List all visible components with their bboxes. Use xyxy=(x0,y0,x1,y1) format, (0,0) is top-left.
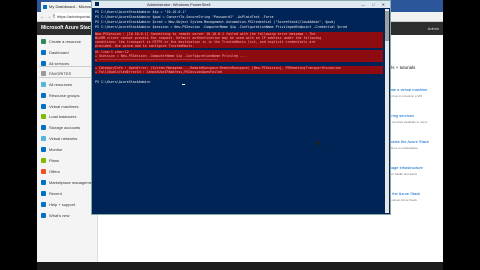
portal-favicon-icon xyxy=(43,5,47,9)
sidebar-item-label: Help + support xyxy=(49,202,76,207)
sidebar-item[interactable]: What's new xyxy=(37,211,97,220)
sidebar-item-icon xyxy=(41,125,46,130)
sidebar-item-icon xyxy=(41,191,46,196)
sidebar-item[interactable]: Storage accounts xyxy=(37,123,97,132)
sidebar-item[interactable]: Dashboard xyxy=(37,48,97,57)
sidebar-item-label: Recent xyxy=(49,191,62,196)
sidebar-item-label: All resources xyxy=(49,82,73,87)
console-line: PS C:\Users\AzureStackAdmin> $session = … xyxy=(95,25,348,29)
sidebar-item[interactable]: Virtual machines xyxy=(37,102,97,111)
sidebar-item[interactable]: All resources xyxy=(37,80,97,89)
sidebar-item[interactable]: Marketplace management xyxy=(37,178,97,187)
sidebar-item-icon xyxy=(41,147,46,152)
browser-tab[interactable]: My Dashboard - Microsoft xyxy=(41,2,97,12)
sidebar-item-label: Create a resource xyxy=(49,39,82,44)
sidebar-item-icon xyxy=(41,39,46,44)
sidebar-item[interactable]: Virtual networks xyxy=(37,134,97,143)
console-line: PS C:\Users\AzureStackAdmin> $pwd = Conv… xyxy=(95,15,274,19)
console-line: PS C:\Users\AzureStackAdmin> $cred = New… xyxy=(95,20,336,24)
user-account[interactable]: Admin xyxy=(428,22,439,35)
sidebar-item-label: Marketplace management xyxy=(49,180,96,185)
sidebar-item[interactable]: Create a resource xyxy=(37,37,97,46)
sidebar-item-icon xyxy=(41,158,46,163)
powershell-title: Administrator: Windows PowerShell xyxy=(147,2,211,7)
sidebar-item-icon xyxy=(41,82,46,87)
text-cursor xyxy=(182,84,185,85)
sidebar-item-icon xyxy=(41,136,46,141)
tools-tutorials-panel: Tools + tutorials Create a virtual machi… xyxy=(382,35,443,270)
window-controls[interactable]: — □ ✕ xyxy=(361,1,388,8)
sidebar-item[interactable]: Load balancers xyxy=(37,112,97,121)
sidebar-item-icon xyxy=(41,71,46,76)
sidebar-divider xyxy=(39,66,95,67)
error-line: provided. Use winrm.cmd to configure Tru… xyxy=(95,44,383,48)
sidebar-item[interactable]: Recent xyxy=(37,189,97,198)
powershell-window[interactable]: Administrator: Windows PowerShell — □ ✕ … xyxy=(91,0,391,215)
sidebar-item-icon xyxy=(41,213,46,218)
sidebar-item-icon xyxy=(41,114,46,119)
sidebar-item-label: Storage accounts xyxy=(49,125,81,130)
sidebar-item-icon xyxy=(41,180,46,185)
sidebar-item-icon xyxy=(41,93,46,98)
sidebar-item-label: Offers xyxy=(49,169,60,174)
portal-brand[interactable]: Microsoft Azure Stack xyxy=(41,22,93,35)
taskbar xyxy=(37,262,443,270)
console-scrollbar[interactable] xyxy=(385,9,389,213)
sidebar-item-icon xyxy=(41,50,46,55)
sidebar-item-label: What's new xyxy=(49,213,70,218)
sidebar-item[interactable]: Help + support xyxy=(37,200,97,209)
scrollbar-thumb[interactable] xyxy=(385,11,389,41)
sidebar-item-icon xyxy=(41,104,46,109)
sidebar-item[interactable]: Offers xyxy=(37,167,97,176)
browser-tab-label: My Dashboard - Microsoft xyxy=(49,4,95,9)
sidebar-item-label: Virtual machines xyxy=(49,104,79,109)
sidebar-item-icon xyxy=(41,169,46,174)
error-line: + ~~~~~~~~~~~~~~~~~~~~~~~~~~~~~~~~~~~~~~… xyxy=(95,58,383,62)
sidebar-item[interactable]: Monitor xyxy=(37,145,97,154)
portal-sidebar: Create a resource Dashboard All services FA… xyxy=(37,35,98,270)
powershell-titlebar[interactable]: Administrator: Windows PowerShell — □ ✕ xyxy=(92,1,390,8)
desktop-screen: My Dashboard - Microsoft ← → ↻ https://a… xyxy=(37,0,443,270)
sidebar-item-icon xyxy=(41,202,46,207)
sidebar-item-label: Load balancers xyxy=(49,114,77,119)
sidebar-item-label: Monitor xyxy=(49,147,63,152)
console-line: PS C:\Users\AzureStackAdmin> $ip = "10.1… xyxy=(95,10,187,14)
error-line: + FullyQualifiedErrorId : CannotUseIPAdd… xyxy=(95,70,383,74)
sidebar-item[interactable]: Resource groups xyxy=(37,91,97,100)
sidebar-item-label: Plans xyxy=(49,158,60,163)
console-line: PS C:\Users\AzureStackAdmin> xyxy=(95,80,151,84)
sidebar-item-label: Virtual networks xyxy=(49,136,78,141)
sidebar-divider xyxy=(39,77,95,78)
sidebar-item[interactable]: Plans xyxy=(37,156,97,165)
powershell-icon xyxy=(95,2,99,6)
sidebar-item-label: Resource groups xyxy=(49,93,80,98)
sidebar-item-label: Dashboard xyxy=(49,50,69,55)
